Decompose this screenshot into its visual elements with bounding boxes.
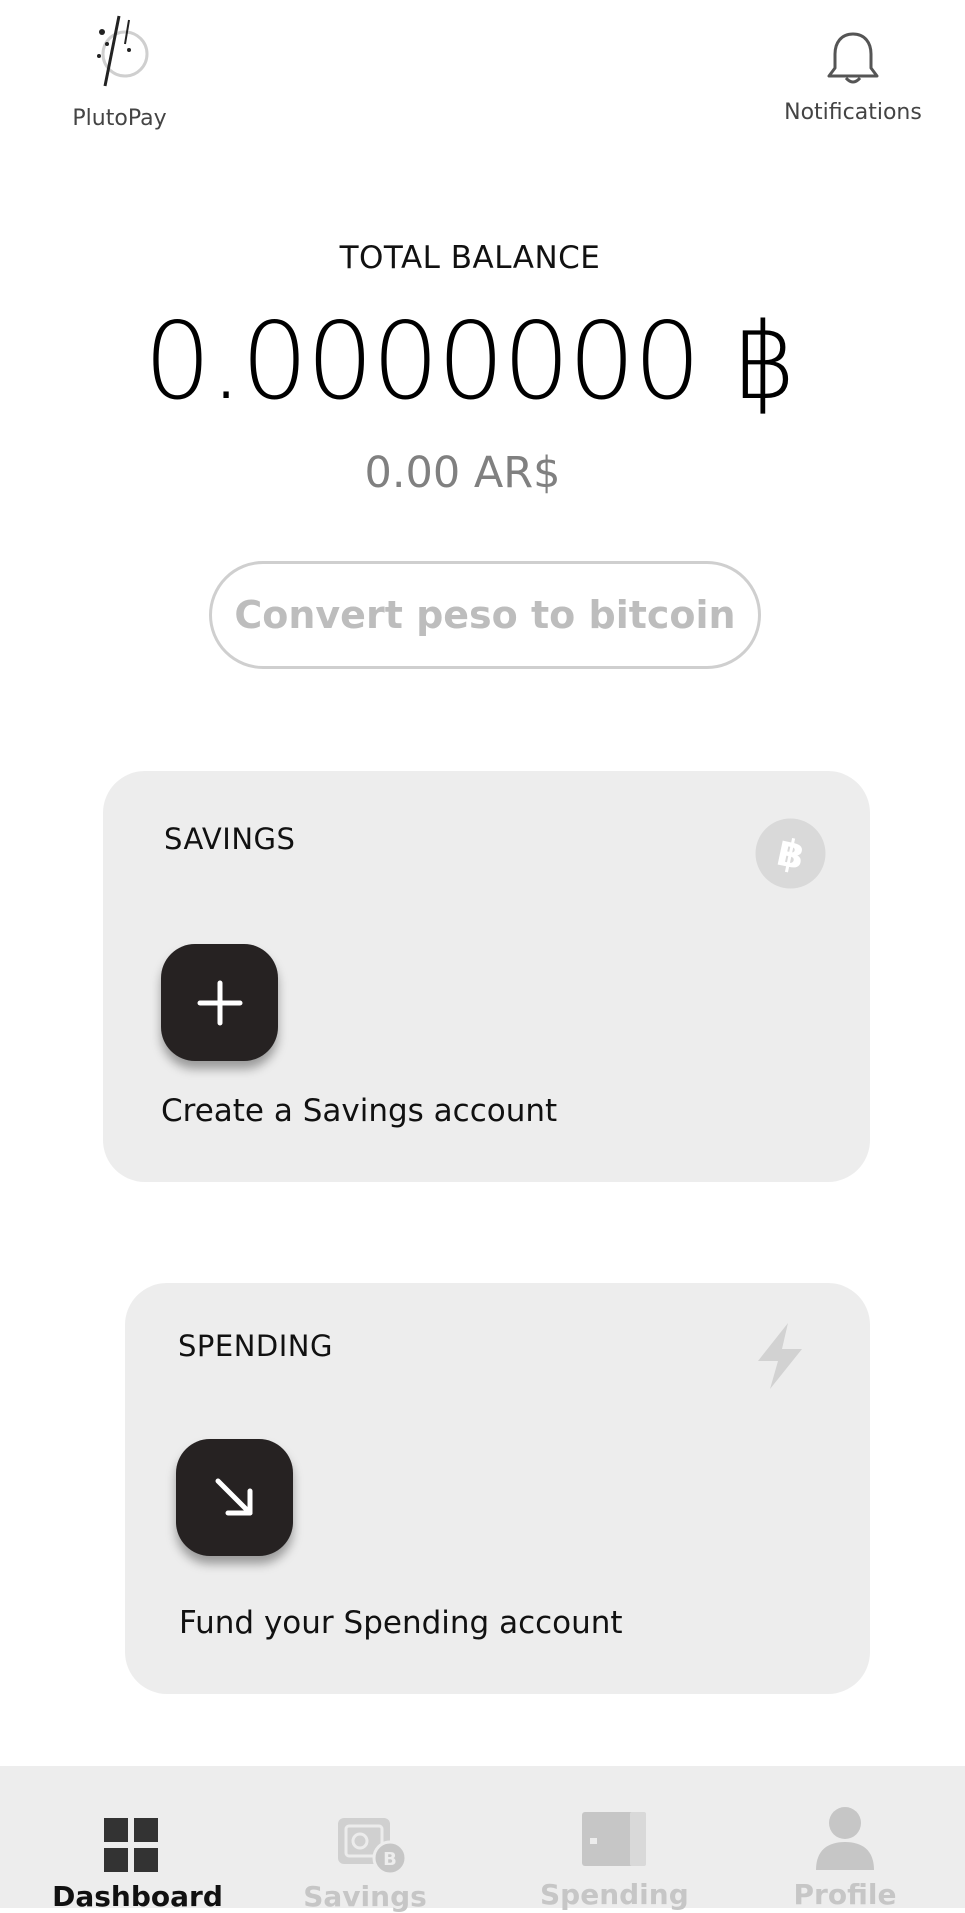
fund-spending-text[interactable]: Fund your Spending account — [179, 1605, 623, 1641]
create-savings-text[interactable]: Create a Savings account — [161, 1093, 557, 1129]
arrow-down-right-icon — [215, 1478, 252, 1515]
lightning-icon — [758, 1323, 802, 1389]
fiat-balance: 0.00 AR$ — [364, 448, 561, 498]
fund-spending-button[interactable] — [176, 1439, 293, 1556]
nav-savings[interactable]: B Savings — [290, 1766, 440, 1913]
bell-icon — [827, 30, 879, 84]
convert-peso-button[interactable]: Convert peso to bitcoin — [209, 561, 761, 669]
svg-text:B: B — [383, 1849, 397, 1870]
bitcoin-icon: ฿ — [755, 818, 826, 889]
plus-icon — [197, 980, 242, 1025]
total-balance-label: TOTAL BALANCE — [339, 240, 601, 276]
btc-balance: 0.0000000 ฿ — [143, 300, 798, 423]
plutopay-logo-icon — [96, 15, 148, 87]
safe-bitcoin-icon: B — [338, 1818, 408, 1876]
notifications-button[interactable]: Notifications — [778, 28, 928, 138]
savings-card[interactable]: SAVINGS ฿ Create a Savings account — [103, 771, 870, 1182]
savings-title: SAVINGS — [164, 822, 296, 856]
nav-savings-label: Savings — [303, 1880, 427, 1913]
spending-card[interactable]: SPENDING Fund your Spending account — [125, 1283, 870, 1694]
nav-profile-label: Profile — [793, 1878, 897, 1911]
nav-profile[interactable]: Profile — [780, 1766, 910, 1911]
nav-spending[interactable]: Spending — [540, 1766, 689, 1911]
person-icon — [816, 1807, 874, 1870]
nav-dashboard-label: Dashboard — [52, 1880, 223, 1913]
create-savings-button[interactable] — [161, 944, 278, 1061]
nav-spending-label: Spending — [540, 1878, 689, 1911]
wallet-icon — [582, 1812, 646, 1866]
grid-icon — [104, 1818, 158, 1872]
spending-title: SPENDING — [178, 1329, 333, 1363]
bottom-nav: Dashboard B Savings Spending Profile — [0, 1766, 965, 1913]
notifications-label: Notifications — [784, 100, 922, 125]
app-brand[interactable]: PlutoPay — [52, 10, 187, 135]
app-name: PlutoPay — [72, 106, 167, 131]
nav-dashboard[interactable]: Dashboard — [40, 1766, 235, 1913]
